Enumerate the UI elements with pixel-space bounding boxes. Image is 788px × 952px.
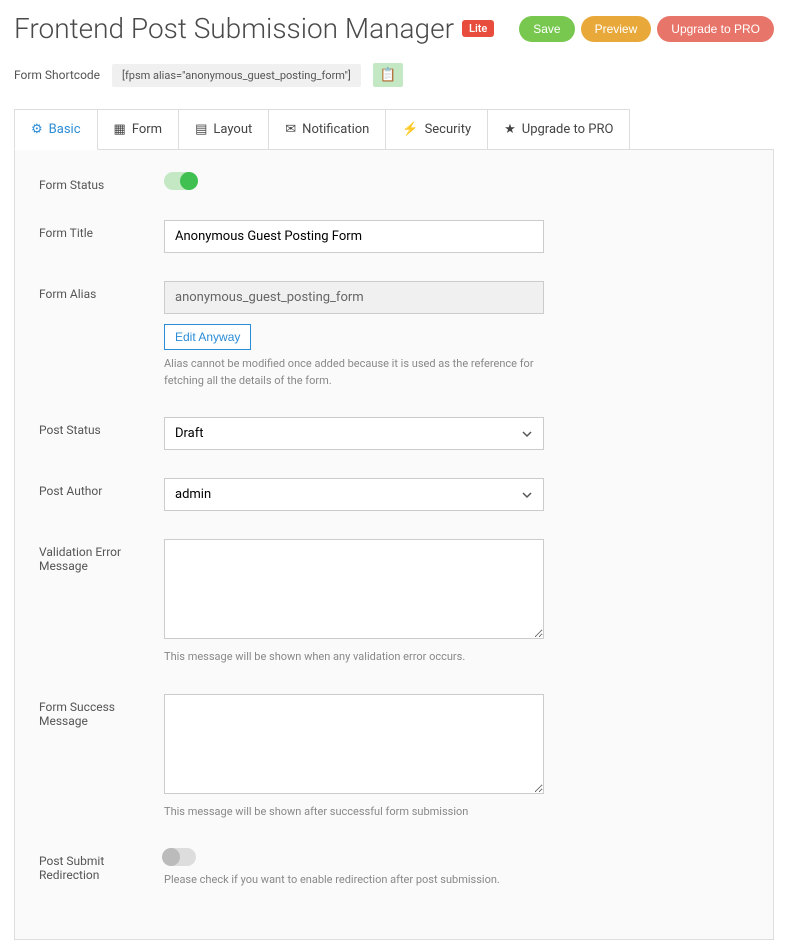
post-status-label: Post Status <box>39 417 164 437</box>
gear-icon: ⚙ <box>31 122 43 137</box>
form-icon: ▦ <box>114 122 126 137</box>
tab-form[interactable]: ▦ Form <box>97 109 180 149</box>
page-title: Frontend Post Submission Manager <box>14 12 454 45</box>
tab-upgrade[interactable]: ★ Upgrade to PRO <box>487 109 630 149</box>
bolt-icon: ⚡ <box>402 122 418 137</box>
toggle-knob <box>162 848 180 866</box>
tab-label: Upgrade to PRO <box>522 122 614 137</box>
form-alias-label: Form Alias <box>39 281 164 301</box>
form-alias-help: Alias cannot be modified once added beca… <box>164 356 544 389</box>
tab-basic[interactable]: ⚙ Basic <box>14 109 98 150</box>
validation-error-textarea[interactable] <box>164 539 544 639</box>
toggle-knob <box>180 172 198 190</box>
post-submit-redirection-help: Please check if you want to enable redir… <box>164 872 544 889</box>
validation-error-label: Validation Error Message <box>39 539 164 573</box>
save-button[interactable]: Save <box>519 16 574 42</box>
mail-icon: ✉ <box>285 122 296 137</box>
tab-security[interactable]: ⚡ Security <box>385 109 488 149</box>
star-icon: ★ <box>504 122 516 137</box>
post-submit-redirection-label: Post Submit Redirection <box>39 848 164 882</box>
form-title-input[interactable] <box>164 220 544 253</box>
upgrade-button[interactable]: Upgrade to PRO <box>657 16 774 42</box>
tab-label: Form <box>132 122 162 137</box>
post-submit-redirection-toggle[interactable] <box>164 848 196 866</box>
tab-label: Notification <box>302 122 369 137</box>
form-success-label: Form Success Message <box>39 694 164 728</box>
tab-label: Layout <box>213 122 252 137</box>
lite-badge: Lite <box>462 20 494 37</box>
tab-label: Security <box>425 122 472 137</box>
post-status-select[interactable]: Draft <box>164 417 544 450</box>
tab-notification[interactable]: ✉ Notification <box>268 109 386 149</box>
layout-icon: ▤ <box>195 122 207 137</box>
tab-label: Basic <box>49 122 81 137</box>
edit-anyway-button[interactable]: Edit Anyway <box>164 324 251 350</box>
form-status-label: Form Status <box>39 172 164 192</box>
shortcode-label: Form Shortcode <box>14 68 100 82</box>
form-title-label: Form Title <box>39 220 164 240</box>
validation-error-help: This message will be shown when any vali… <box>164 649 544 666</box>
clipboard-icon: 📋 <box>380 67 397 82</box>
tabs-nav: ⚙ Basic ▦ Form ▤ Layout ✉ Notification ⚡… <box>14 109 774 150</box>
tab-layout[interactable]: ▤ Layout <box>178 109 269 149</box>
post-author-select[interactable]: admin <box>164 478 544 511</box>
form-alias-input <box>164 281 544 314</box>
preview-button[interactable]: Preview <box>581 16 652 42</box>
form-success-textarea[interactable] <box>164 694 544 794</box>
post-author-label: Post Author <box>39 478 164 498</box>
copy-shortcode-button[interactable]: 📋 <box>373 63 404 87</box>
form-status-toggle[interactable] <box>164 172 196 190</box>
shortcode-value: [fpsm alias="anonymous_guest_posting_for… <box>112 64 361 87</box>
tab-content: Form Status Form Title Form Alias Edit A… <box>14 150 774 940</box>
